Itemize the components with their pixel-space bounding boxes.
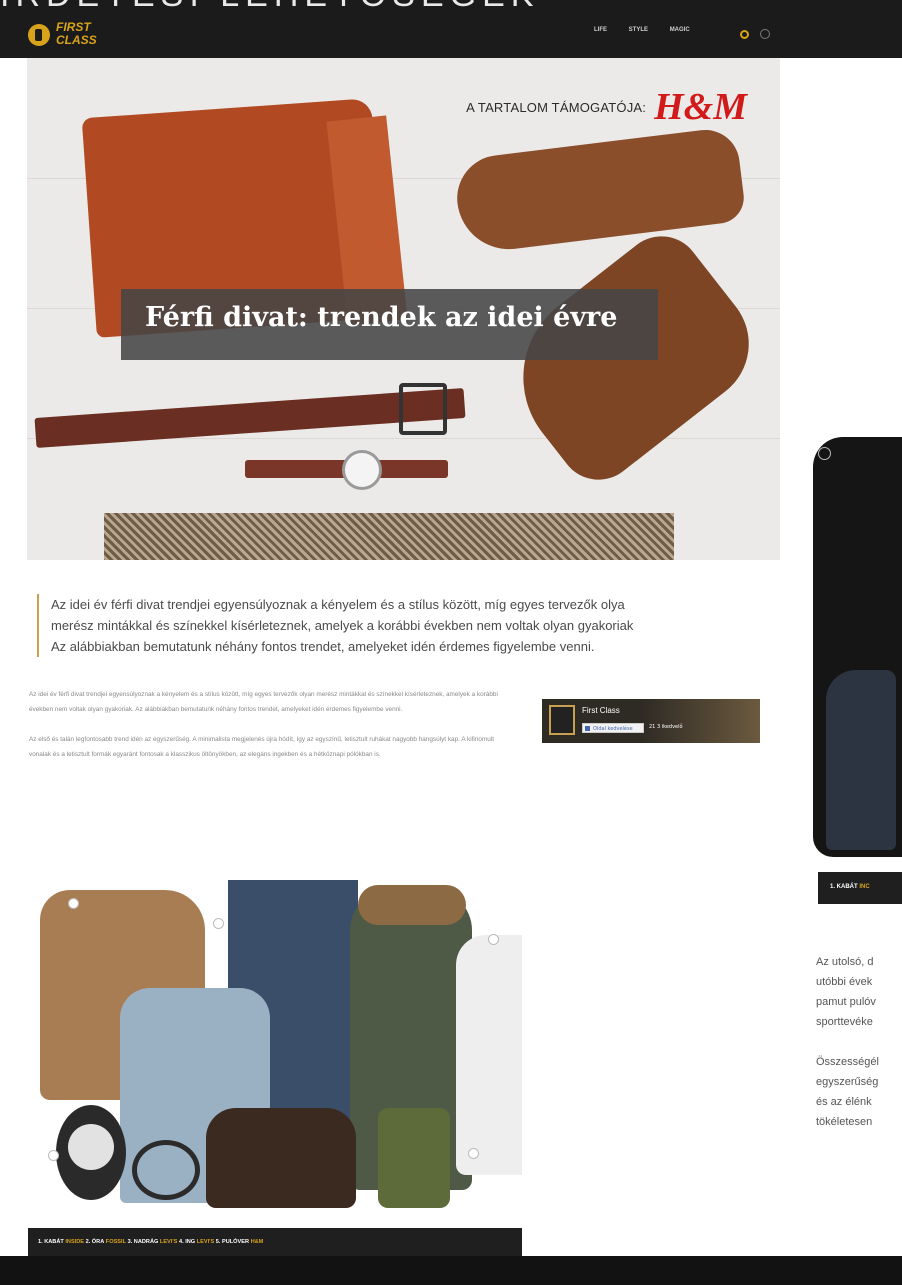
- fb-like-count: 21 3 ikedvelő: [649, 724, 683, 730]
- nav-item-life[interactable]: LIFE: [594, 27, 607, 33]
- search-icon[interactable]: [760, 29, 771, 39]
- item-number-marker: [48, 1150, 59, 1161]
- article-body: Az idei év férfi divat trendjei egyensúl…: [29, 688, 517, 778]
- boots-image: [206, 1108, 356, 1208]
- belt-image: [132, 1140, 200, 1200]
- overlay-heading: IRDETÉSI LEHETŐSÉGEK: [0, 0, 539, 12]
- caption-brand-4[interactable]: LEVI'S: [197, 1239, 215, 1245]
- sweater-image: [456, 935, 522, 1175]
- hero-image: A TARTALOM TÁMOGATÓJA: H&M Férfi divat: …: [27, 58, 780, 560]
- hm-logo[interactable]: H&M: [654, 88, 747, 126]
- right-line: utóbbi évek: [816, 976, 873, 988]
- sponsor-text: A TARTALOM TÁMOGATÓJA:: [466, 99, 647, 115]
- right-line: Összességél: [816, 1056, 879, 1068]
- item-number-marker: [818, 447, 831, 460]
- nav-item-magic[interactable]: MAGIC: [670, 27, 690, 33]
- caption-brand-3[interactable]: LEVI'S: [160, 1239, 178, 1245]
- facebook-page-widget[interactable]: First Class Oldal kedvelése 21 3 ikedvel…: [542, 699, 760, 743]
- coat-caption-item: 1. KABÁT: [830, 884, 858, 890]
- fb-cover-image: [640, 699, 760, 743]
- lead-line-2: merész mintákkal és színekkel kísérletez…: [51, 618, 634, 633]
- item-number-marker: [213, 918, 224, 929]
- right-line: sporttevéke: [816, 1016, 873, 1028]
- item-number-marker: [68, 898, 79, 909]
- logo-text: FIRST CLASS: [56, 21, 97, 47]
- coat-caption: 1. KABÁT INC: [818, 872, 902, 904]
- coat-caption-brand[interactable]: INC: [859, 884, 869, 890]
- caption-brand-2[interactable]: FOSSIL: [106, 1239, 126, 1245]
- fb-like-button[interactable]: Oldal kedvelése: [582, 723, 644, 733]
- item-number-marker: [488, 934, 499, 945]
- caption-brand-5[interactable]: H&M: [251, 1239, 264, 1245]
- main-nav: LIFE STYLE MAGIC: [594, 27, 710, 33]
- item-number-marker: [468, 1148, 479, 1159]
- belt-buckle-image: [399, 383, 447, 435]
- article-title: Férfi divat: trendek az idei évre: [145, 302, 618, 333]
- right-column-text: Az utolsó, d utóbbi évek pamut pulóv spo…: [816, 952, 902, 1152]
- watch-dial-image: [68, 1124, 114, 1170]
- right-line: egyszerűség: [816, 1076, 879, 1088]
- collage-caption-text: 1. KABÁT INSIDE 2. ÓRA FOSSIL 3. NADRÁG …: [38, 1239, 263, 1245]
- fb-page-name[interactable]: First Class: [582, 706, 620, 715]
- parka-fur-image: [358, 885, 466, 925]
- right-paragraph-2: Összességél egyszerűség és az élénk töké…: [816, 1052, 902, 1132]
- caption-item-1: 1. KABÁT: [38, 1239, 64, 1245]
- header-icons: [740, 24, 771, 43]
- lead-line-3: Az alábbiakban bemutatunk néhány fontos …: [51, 639, 595, 654]
- watch-face-image: [342, 450, 382, 490]
- coat-caption-text: 1. KABÁT INC: [830, 884, 870, 890]
- collage-caption: 1. KABÁT INSIDE 2. ÓRA FOSSIL 3. NADRÁG …: [28, 1228, 522, 1256]
- body-paragraph-2: Az első és talán legfontosabb trend idén…: [29, 736, 495, 758]
- right-paragraph-1: Az utolsó, d utóbbi évek pamut pulóv spo…: [816, 952, 902, 1032]
- logo-badge-icon: [28, 24, 50, 46]
- coat-scarf-image: [826, 670, 896, 850]
- lead-paragraph: Az idei év férfi divat trendjei egyensúl…: [37, 594, 781, 657]
- footer-bar: [0, 1256, 902, 1285]
- user-icon[interactable]: [740, 30, 749, 39]
- right-line: és az élénk: [816, 1096, 872, 1108]
- boot-image: [452, 125, 747, 256]
- right-line: pamut pulóv: [816, 996, 876, 1008]
- right-line: Az utolsó, d: [816, 956, 874, 968]
- outfit-collage: [28, 880, 522, 1228]
- sponsor-label: A TARTALOM TÁMOGATÓJA: H&M: [466, 88, 747, 126]
- lead-line-1: Az idei év férfi divat trendjei egyensúl…: [51, 597, 625, 612]
- right-line: tökéletesen: [816, 1116, 873, 1128]
- caption-item-2: 2. ÓRA: [85, 1239, 105, 1245]
- scarf-image: [104, 513, 674, 560]
- caption-item-3: 3. NADRÁG: [127, 1239, 159, 1245]
- nav-item-style[interactable]: STYLE: [629, 27, 648, 33]
- caption-brand-1[interactable]: INSIDE: [65, 1239, 84, 1245]
- site-logo[interactable]: FIRST CLASS: [28, 20, 118, 52]
- body-paragraph-1: Az idei év férfi divat trendjei egyensúl…: [29, 691, 498, 713]
- caption-item-5: 5. PULÓVER: [215, 1239, 250, 1245]
- page-canvas: FIRST CLASS LIFE STYLE MAGIC IRDETÉSI LE…: [0, 0, 902, 1285]
- scarf-image: [378, 1108, 450, 1208]
- logo-line-2: CLASS: [56, 33, 97, 47]
- fb-page-logo: [549, 705, 575, 735]
- caption-item-4: 4. ING: [178, 1239, 196, 1245]
- hero-title-box: Férfi divat: trendek az idei évre: [121, 289, 658, 360]
